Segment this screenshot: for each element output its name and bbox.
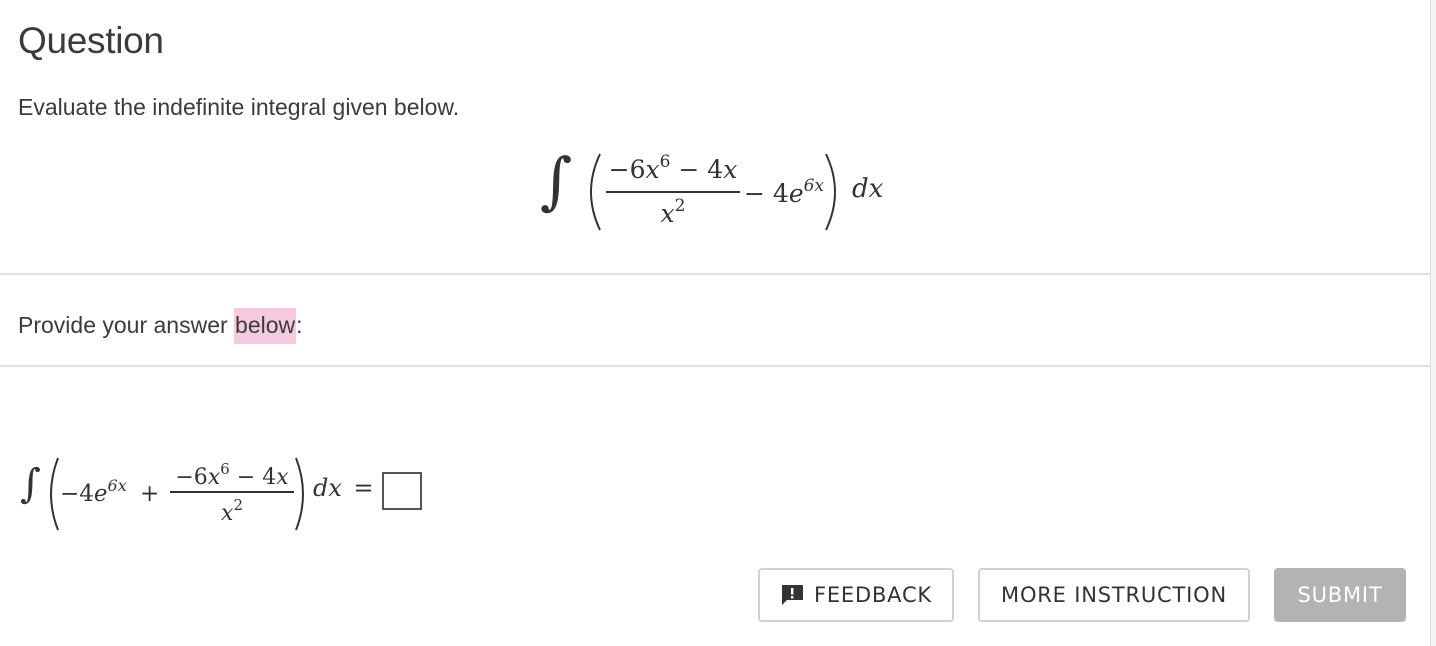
- answer-num-coef: −6: [175, 465, 208, 490]
- answer-num-var: x: [207, 465, 221, 490]
- question-title: Question: [18, 20, 164, 61]
- divider-bottom: [0, 365, 1430, 367]
- answer-plus: +: [140, 481, 160, 507]
- answer-term1-exp: 6x: [107, 476, 127, 495]
- den-var: x: [660, 199, 675, 228]
- more-instruction-button[interactable]: MORE INSTRUCTION: [978, 568, 1250, 622]
- minus-sign: −: [744, 179, 765, 208]
- right-paren: [825, 153, 836, 231]
- feedback-icon: [781, 585, 803, 605]
- answer-denominator: x2: [170, 496, 294, 526]
- left-paren: [590, 153, 601, 231]
- answer-num-rest: − 4: [229, 465, 277, 490]
- exp-base: e: [788, 179, 804, 208]
- provide-answer-label: Provide your answer below:: [18, 308, 303, 344]
- answer-integral-sign: ∫: [20, 461, 41, 507]
- num-coef: −6: [608, 155, 646, 184]
- feedback-label: FEEDBACK: [813, 583, 933, 607]
- num-var: x: [645, 155, 660, 184]
- provide-highlight: below: [234, 308, 297, 344]
- fraction-numerator: −6x6 − 4x: [606, 152, 740, 184]
- answer-fraction-bar: [170, 491, 294, 493]
- answer-expression: ∫ −4e6x + −6x6 − 4x x2 dx =: [20, 450, 440, 534]
- answer-term1: −4e6x +: [60, 476, 159, 507]
- minus-exp-term: − 4e6x: [744, 176, 824, 208]
- more-instruction-label: MORE INSTRUCTION: [1001, 583, 1227, 607]
- answer-term1-base: e: [93, 481, 108, 507]
- answer-right-paren: [295, 457, 304, 531]
- question-panel: Question Evaluate the indefinite integra…: [0, 0, 1430, 646]
- problem-fraction: −6x6 − 4x x2: [606, 152, 740, 232]
- integral-sign: ∫: [540, 144, 573, 217]
- submit-label: SUBMIT: [1297, 583, 1383, 607]
- answer-num-rest-var: x: [276, 465, 289, 490]
- answer-equals: =: [353, 474, 374, 502]
- feedback-button[interactable]: FEEDBACK: [758, 568, 954, 622]
- num-exp: 6: [659, 152, 671, 172]
- answer-fraction: −6x6 − 4x x2: [170, 460, 294, 530]
- scrollbar-track[interactable]: [1430, 0, 1436, 646]
- den-exp: 2: [674, 196, 686, 216]
- answer-numerator: −6x6 − 4x: [170, 460, 294, 490]
- divider-top: [0, 273, 1430, 275]
- answer-differential-equals: dx =: [313, 474, 374, 502]
- provide-prefix: Provide your answer: [18, 312, 235, 338]
- submit-button[interactable]: SUBMIT: [1274, 568, 1406, 622]
- fraction-bar: [606, 191, 740, 193]
- num-rest: − 4: [670, 155, 724, 184]
- provide-suffix: :: [296, 312, 303, 338]
- answer-differential: dx: [313, 474, 342, 502]
- answer-den-var: x: [221, 501, 234, 526]
- answer-input-box[interactable]: [382, 472, 422, 510]
- question-prompt: Evaluate the indefinite integral given b…: [18, 94, 460, 120]
- exp-exp: 6x: [803, 176, 825, 196]
- answer-term1-coef: −4: [60, 481, 94, 507]
- fraction-denominator: x2: [606, 196, 740, 228]
- num-rest-var: x: [723, 155, 738, 184]
- answer-num-exp: 6: [220, 460, 230, 478]
- answer-den-exp: 2: [233, 496, 243, 514]
- exp-coef: 4: [772, 179, 789, 208]
- differential: dx: [852, 174, 884, 204]
